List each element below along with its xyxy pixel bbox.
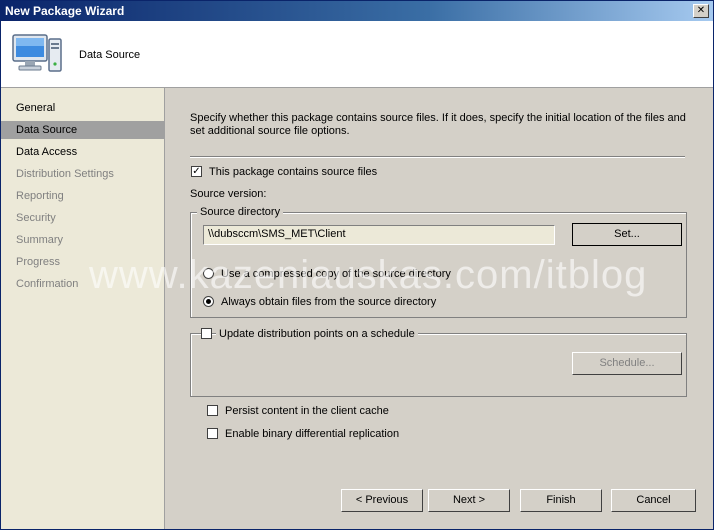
schedule-button-label: Schedule... [599, 357, 655, 369]
always-obtain-label: Always obtain files from the source dire… [221, 296, 437, 308]
sidebar-item-confirmation: Confirmation [1, 275, 164, 293]
previous-button[interactable]: < Previous [341, 489, 423, 512]
source-version-label: Source version: [190, 188, 267, 200]
sidebar-item-label: Progress [16, 256, 61, 268]
close-icon: ✕ [696, 5, 706, 16]
next-button[interactable]: Next > [428, 489, 510, 512]
sidebar-item-general[interactable]: General [1, 99, 164, 117]
wizard-window: New Package Wizard ✕ Data Source General… [0, 0, 714, 530]
source-directory-field[interactable]: \\dubsccm\SMS_MET\Client [203, 225, 555, 245]
page-title: Data Source [79, 49, 141, 61]
divider [190, 156, 685, 158]
sidebar-item-summary: Summary [1, 231, 164, 249]
persist-cache-label: Persist content in the client cache [225, 405, 389, 417]
previous-button-label: < Previous [355, 494, 409, 506]
sidebar-item-data-access[interactable]: Data Access [1, 143, 164, 161]
finish-button-label: Finish [546, 494, 576, 506]
contains-source-checkbox[interactable]: ✓ [191, 166, 202, 177]
sidebar-item-security: Security [1, 209, 164, 227]
contains-source-label: This package contains source files [209, 166, 378, 178]
computer-icon [12, 34, 62, 72]
always-obtain-radio[interactable] [203, 296, 214, 307]
binary-replication-label: Enable binary differential replication [225, 428, 400, 440]
sidebar-item-label: Confirmation [16, 278, 79, 290]
wizard-content: Specify whether this package contains so… [165, 88, 713, 529]
sidebar-item-reporting: Reporting [1, 187, 164, 205]
sidebar-item-label: Reporting [16, 190, 64, 202]
sidebar-item-label: General [16, 102, 56, 114]
compressed-copy-radio[interactable] [203, 268, 214, 279]
radio-selected-dot [206, 299, 211, 304]
sidebar-item-label: Distribution Settings [16, 168, 114, 180]
compressed-copy-label: Use a compressed copy of the source dire… [221, 268, 451, 280]
schedule-button: Schedule... [572, 352, 682, 375]
wizard-header: Data Source [1, 21, 713, 88]
set-button[interactable]: Set... [572, 223, 682, 246]
cancel-button[interactable]: Cancel [611, 489, 696, 512]
sidebar-item-label: Data Source [16, 124, 78, 136]
page-description: Specify whether this package contains so… [190, 112, 686, 137]
update-schedule-checkbox[interactable] [201, 328, 212, 339]
sidebar-item-label: Summary [16, 234, 64, 246]
sidebar-item-label: Data Access [16, 146, 78, 158]
next-button-label: Next > [452, 494, 486, 506]
sidebar-item-data-source[interactable]: Data Source [1, 121, 164, 139]
close-button[interactable]: ✕ [693, 4, 709, 18]
sidebar-item-label: Security [16, 212, 56, 224]
window-title: New Package Wizard [5, 4, 125, 18]
wizard-steps-sidebar: General Data Source Data Access Distribu… [1, 88, 165, 529]
source-directory-title: Source directory [197, 206, 284, 218]
sidebar-item-distribution-settings: Distribution Settings [1, 165, 164, 183]
binary-replication-checkbox[interactable] [207, 428, 218, 439]
persist-cache-checkbox[interactable] [207, 405, 218, 416]
finish-button[interactable]: Finish [520, 489, 602, 512]
cancel-button-label: Cancel [636, 494, 671, 506]
title-bar: New Package Wizard ✕ [1, 1, 713, 21]
set-button-label: Set... [614, 228, 640, 240]
sidebar-item-progress: Progress [1, 253, 164, 271]
update-schedule-label: Update distribution points on a schedule [216, 328, 418, 340]
